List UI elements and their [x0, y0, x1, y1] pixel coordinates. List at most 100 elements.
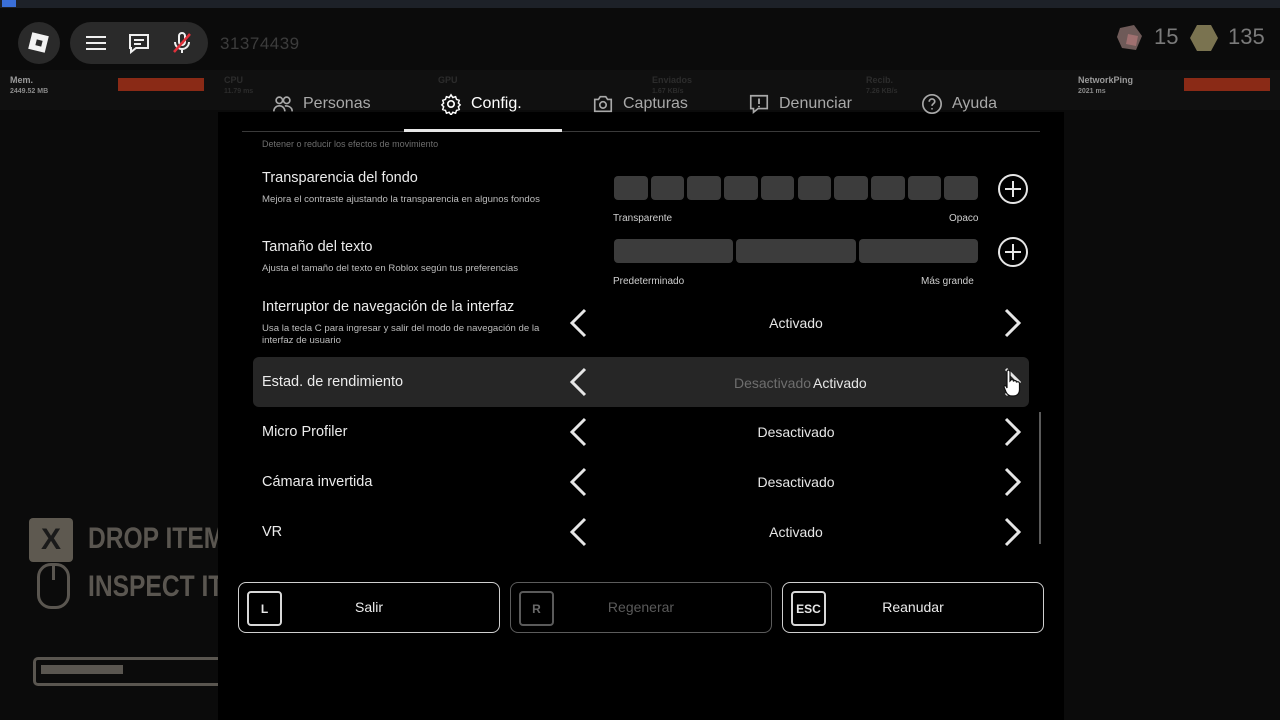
slider-segment[interactable] [614, 176, 648, 200]
vr-value: Activado [769, 524, 823, 540]
report-icon [749, 94, 769, 114]
setting-desc-text-size: Ajusta el tamaño del texto en Roblox seg… [262, 263, 518, 274]
setting-title-nav-toggle: Interruptor de navegación de la interfaz [262, 299, 515, 315]
roblox-menu-button[interactable] [18, 22, 60, 64]
button-label: Regenerar [607, 599, 675, 615]
slider-segment[interactable] [907, 176, 942, 200]
app-icon [2, 0, 16, 7]
stat-label: Enviados [652, 75, 693, 85]
button-label: Reanudar [882, 599, 944, 615]
window-title-bar [0, 0, 1280, 8]
setting-title-micro-profiler: Micro Profiler [262, 424, 348, 440]
tab-label: Personas [303, 95, 371, 112]
transparency-slider[interactable] [614, 176, 978, 200]
slider-segment[interactable] [797, 176, 832, 200]
reset-button[interactable]: R Regenerar [510, 582, 772, 633]
tab-capturas[interactable]: Capturas [592, 92, 688, 116]
slider-segment[interactable] [724, 176, 758, 200]
people-icon [273, 96, 293, 112]
coin-icon [1188, 22, 1218, 52]
stat-label: Mem. [10, 75, 34, 85]
leave-button[interactable]: L Salir [238, 582, 500, 633]
setting-desc-cutoff: Detener o reducir los efectos de movimie… [262, 139, 439, 149]
stat-label: GPU [438, 75, 458, 85]
setting-title-vr: VR [262, 524, 283, 540]
tab-denunciar[interactable]: Denunciar [748, 92, 852, 116]
slider-segment[interactable] [736, 239, 856, 263]
health-bar-fill [41, 665, 123, 674]
tab-label: Denunciar [779, 95, 852, 112]
mic-muted-icon[interactable] [170, 31, 194, 55]
chevron-left-icon[interactable] [565, 307, 593, 339]
text-size-slider[interactable] [614, 239, 978, 263]
perf-stats-old-value: Desactivado [734, 375, 812, 391]
topbar-controls [70, 22, 208, 64]
settings-scrollbar[interactable] [1039, 412, 1041, 544]
chat-icon[interactable] [127, 31, 151, 55]
slider-segment[interactable] [614, 239, 734, 263]
stat-label: Recib. [866, 75, 894, 85]
active-tab-indicator [404, 129, 562, 132]
drop-item-label: DROP ITEM [88, 522, 225, 555]
stat-value: 2021 ms [1078, 88, 1106, 95]
setting-desc-nav-toggle: Usa la tecla C para ingresar y salir del… [262, 323, 540, 346]
transparency-min-label: Transparente [613, 213, 673, 224]
tab-label: Capturas [623, 95, 688, 112]
setting-title-inverted-camera: Cámara invertida [262, 474, 373, 490]
help-icon [922, 94, 942, 114]
chevron-left-icon[interactable] [565, 416, 593, 448]
transparency-max-label: Opaco [949, 213, 979, 224]
chevron-left-icon[interactable] [565, 516, 593, 548]
text-size-plus-button[interactable] [998, 237, 1028, 267]
slider-segment[interactable] [834, 176, 868, 200]
chevron-left-icon[interactable] [565, 366, 593, 398]
tab-label: Config. [471, 95, 522, 112]
setting-title-transparency: Transparencia del fondo [262, 170, 418, 186]
slider-segment[interactable] [687, 176, 722, 200]
chevron-right-icon[interactable] [998, 307, 1026, 339]
nav-toggle-value: Activado [769, 315, 823, 331]
user-id-text: 31374439 [220, 34, 300, 53]
chevron-right-icon[interactable] [998, 416, 1026, 448]
stat-label: NetworkPing [1078, 75, 1134, 85]
slider-segment[interactable] [944, 176, 978, 200]
stat-value: 7.26 KB/s [866, 88, 898, 95]
transparency-plus-button[interactable] [998, 174, 1028, 204]
stat-mem: Mem. 2449.52 MB [0, 70, 213, 108]
text-size-max-label: Más grande [921, 276, 974, 287]
tab-config[interactable]: Config. [440, 92, 522, 116]
chevron-right-icon[interactable] [998, 466, 1026, 498]
drop-key-badge: X [29, 518, 73, 562]
stat-network-ping: NetworkPing 2021 ms [1068, 70, 1280, 108]
hamburger-icon[interactable] [84, 31, 108, 55]
inverted-camera-value: Desactivado [757, 474, 835, 490]
chevron-right-icon[interactable] [998, 516, 1026, 548]
text-size-min-label: Predeterminado [613, 276, 685, 287]
currency-1-amount: 15 [1154, 24, 1179, 49]
tab-label: Ayuda [952, 95, 998, 112]
chevron-left-icon[interactable] [565, 466, 593, 498]
slider-segment[interactable] [760, 176, 795, 200]
setting-title-text-size: Tamaño del texto [262, 239, 373, 255]
slider-segment[interactable] [858, 239, 978, 263]
perf-stats-value: Activado [813, 375, 867, 391]
currency-2-amount: 135 [1228, 24, 1265, 49]
stat-value: 11.79 ms [224, 88, 254, 95]
slider-segment[interactable] [650, 176, 685, 200]
slider-segment[interactable] [870, 176, 905, 200]
mouse-icon [37, 563, 70, 609]
camera-icon [593, 95, 613, 113]
tab-personas[interactable]: Personas [272, 92, 371, 116]
setting-title-perf-stats: Estad. de rendimiento [262, 374, 404, 390]
stat-label: CPU [224, 75, 244, 85]
resume-button[interactable]: ESC Reanudar [782, 582, 1044, 633]
tabs-divider [242, 131, 1040, 132]
stat-bar-fill [1184, 78, 1270, 91]
button-label: Salir [354, 599, 383, 615]
tab-ayuda[interactable]: Ayuda [921, 92, 997, 116]
micro-profiler-value: Desactivado [757, 424, 835, 440]
stat-bar-fill [118, 78, 204, 91]
gem-icon [1114, 22, 1144, 52]
stat-value: 2449.52 MB [10, 88, 49, 95]
hand-cursor-icon [1003, 368, 1023, 398]
